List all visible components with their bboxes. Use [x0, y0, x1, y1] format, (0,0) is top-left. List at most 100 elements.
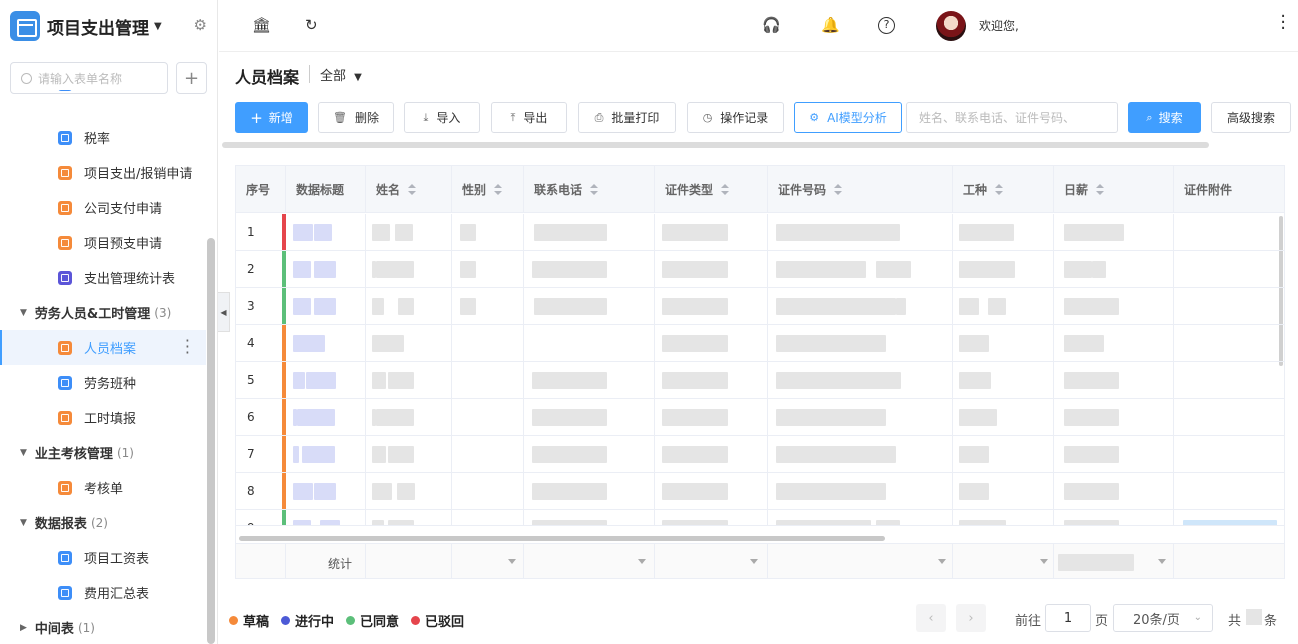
sidebar-item[interactable]: 项目预支申请 — [0, 225, 206, 260]
collapse-sidebar-button[interactable]: ◀ — [218, 292, 230, 332]
column-header[interactable]: 性别 — [452, 166, 524, 213]
summary-cell[interactable] — [286, 544, 366, 578]
item-more-icon[interactable]: · · · — [185, 333, 190, 361]
column-header[interactable]: 姓名 — [366, 166, 452, 213]
sidebar-item[interactable]: 支出管理统计表 — [0, 260, 206, 295]
list-item-cut[interactable] — [0, 90, 206, 98]
sidebar-item[interactable]: 工时填报 — [0, 400, 206, 435]
table-row[interactable]: 4 — [236, 325, 1284, 362]
table-row[interactable]: 1 — [236, 214, 1284, 251]
summary-cell[interactable] — [1174, 544, 1284, 578]
ai-analysis-button[interactable]: ⚙ AI模型分析 — [794, 102, 902, 133]
page-size-select[interactable]: 20条/页 ⌄ — [1113, 604, 1213, 632]
sidebar-group[interactable]: ▼ 劳务人员&工时管理 (3) — [0, 295, 206, 330]
column-header[interactable]: 日薪 — [1054, 166, 1174, 213]
avatar[interactable] — [936, 11, 966, 41]
new-button[interactable]: + 新增 — [235, 102, 308, 133]
import-button[interactable]: ⤓ 导入 — [404, 102, 480, 133]
search-icon: ⌕ — [1146, 110, 1153, 124]
sort-icon[interactable] — [995, 183, 1004, 196]
caret-down-icon[interactable] — [638, 559, 646, 564]
summary-cell[interactable] — [768, 544, 953, 578]
bank-icon[interactable]: 🏛 — [252, 16, 271, 34]
redacted-value — [314, 298, 336, 315]
caret-down-icon[interactable] — [938, 559, 946, 564]
sidebar-item[interactable]: 考核单 — [0, 470, 206, 505]
bell-icon[interactable]: 🔔 — [821, 16, 840, 34]
more-menu-icon[interactable]: · · · — [1280, 8, 1286, 38]
table-row[interactable]: 2 — [236, 251, 1284, 288]
sidebar-group[interactable]: ▼ 业主考核管理 (1) — [0, 435, 206, 470]
column-header[interactable]: 证件类型 — [655, 166, 768, 213]
sidebar-scrollbar[interactable] — [207, 238, 215, 644]
column-header[interactable]: 工种 — [953, 166, 1054, 213]
summary-cell[interactable] — [236, 544, 286, 578]
headset-icon[interactable]: 🎧 — [762, 16, 781, 34]
sort-icon[interactable] — [408, 183, 417, 196]
redacted-value — [959, 261, 1015, 278]
caret-down-icon[interactable] — [508, 559, 516, 564]
next-page-button[interactable]: › — [956, 604, 986, 632]
table-horizontal-scrollbar[interactable] — [239, 536, 885, 541]
toolbar-scrollbar[interactable] — [222, 142, 1209, 148]
column-header[interactable]: 序号 — [236, 166, 286, 213]
column-header[interactable]: 证件号码 — [768, 166, 953, 213]
help-icon[interactable]: ? — [878, 17, 895, 34]
sidebar-item[interactable]: 费用汇总表 — [0, 575, 206, 610]
summary-cell[interactable] — [524, 544, 655, 578]
caret-down-icon[interactable] — [750, 559, 758, 564]
column-header[interactable]: 数据标题 — [286, 166, 366, 213]
row-number: 2 — [247, 262, 255, 276]
sort-icon[interactable] — [494, 183, 503, 196]
sidebar-group[interactable]: ▶ 中间表 (1) — [0, 610, 206, 644]
table-row[interactable]: 6 — [236, 399, 1284, 436]
sidebar-item-label: 人员档案 — [84, 342, 137, 357]
view-filter-select[interactable]: 全部 ▼ — [320, 65, 362, 84]
table-row[interactable]: 9 — [236, 510, 1284, 526]
redacted-value — [692, 261, 728, 278]
redacted-value — [293, 446, 299, 463]
operation-log-button[interactable]: ◷ 操作记录 — [687, 102, 784, 133]
summary-cell[interactable] — [366, 544, 452, 578]
page-number-input[interactable]: 1 — [1045, 604, 1091, 632]
redacted-value — [397, 483, 415, 500]
sidebar-item[interactable]: 税率 — [0, 120, 206, 155]
row-number: 8 — [247, 484, 255, 498]
table-row[interactable]: 7 — [236, 436, 1284, 473]
status-dot-icon — [281, 616, 291, 625]
sidebar-item[interactable]: 公司支付申请 — [0, 190, 206, 225]
sort-icon[interactable] — [590, 183, 599, 196]
delete-button[interactable]: 🗑 删除 — [318, 102, 394, 133]
table-row[interactable]: 5 — [236, 362, 1284, 399]
advanced-search-button[interactable]: 高级搜索 — [1211, 102, 1291, 133]
caret-down-icon[interactable]: ▼ — [154, 21, 162, 32]
sort-icon[interactable] — [721, 183, 730, 196]
app-header[interactable]: 项目支出管理 ▼ — [0, 0, 217, 52]
caret-down-icon[interactable] — [1040, 559, 1048, 564]
sidebar-group[interactable]: ▼ 数据报表 (2) — [0, 505, 206, 540]
sidebar-item[interactable]: 人员档案 · · · — [0, 330, 206, 365]
sidebar-item[interactable]: 项目支出/报销申请 — [0, 155, 206, 190]
table-cell — [1174, 436, 1284, 473]
row-number: 4 — [247, 336, 255, 350]
caret-down-icon[interactable] — [1158, 559, 1166, 564]
sort-icon[interactable] — [834, 183, 843, 196]
summary-cell[interactable] — [953, 544, 1054, 578]
table-row[interactable]: 3 — [236, 288, 1284, 325]
search-button[interactable]: ⌕ 搜索 — [1128, 102, 1201, 133]
prev-page-button[interactable]: ‹ — [916, 604, 946, 632]
table-search-input[interactable]: 姓名、联系电话、证件号码、 — [906, 102, 1118, 133]
sort-icon[interactable] — [1096, 183, 1105, 196]
redacted-value — [460, 261, 476, 278]
table-row[interactable]: 8 — [236, 473, 1284, 510]
sidebar-item[interactable]: 项目工资表 — [0, 540, 206, 575]
sidebar-item[interactable]: 劳务班种 — [0, 365, 206, 400]
refresh-icon[interactable]: ↻ — [305, 16, 318, 34]
column-header[interactable]: 证件附件 — [1174, 166, 1284, 213]
app-title[interactable]: 项目支出管理 — [47, 14, 149, 39]
export-button[interactable]: ⤒ 导出 — [491, 102, 567, 133]
gear-icon[interactable]: ⚙ — [194, 16, 207, 34]
column-header[interactable]: 联系电话 — [524, 166, 655, 213]
batch-print-button[interactable]: ⎙ 批量打印 — [578, 102, 676, 133]
form-icon — [58, 270, 72, 285]
